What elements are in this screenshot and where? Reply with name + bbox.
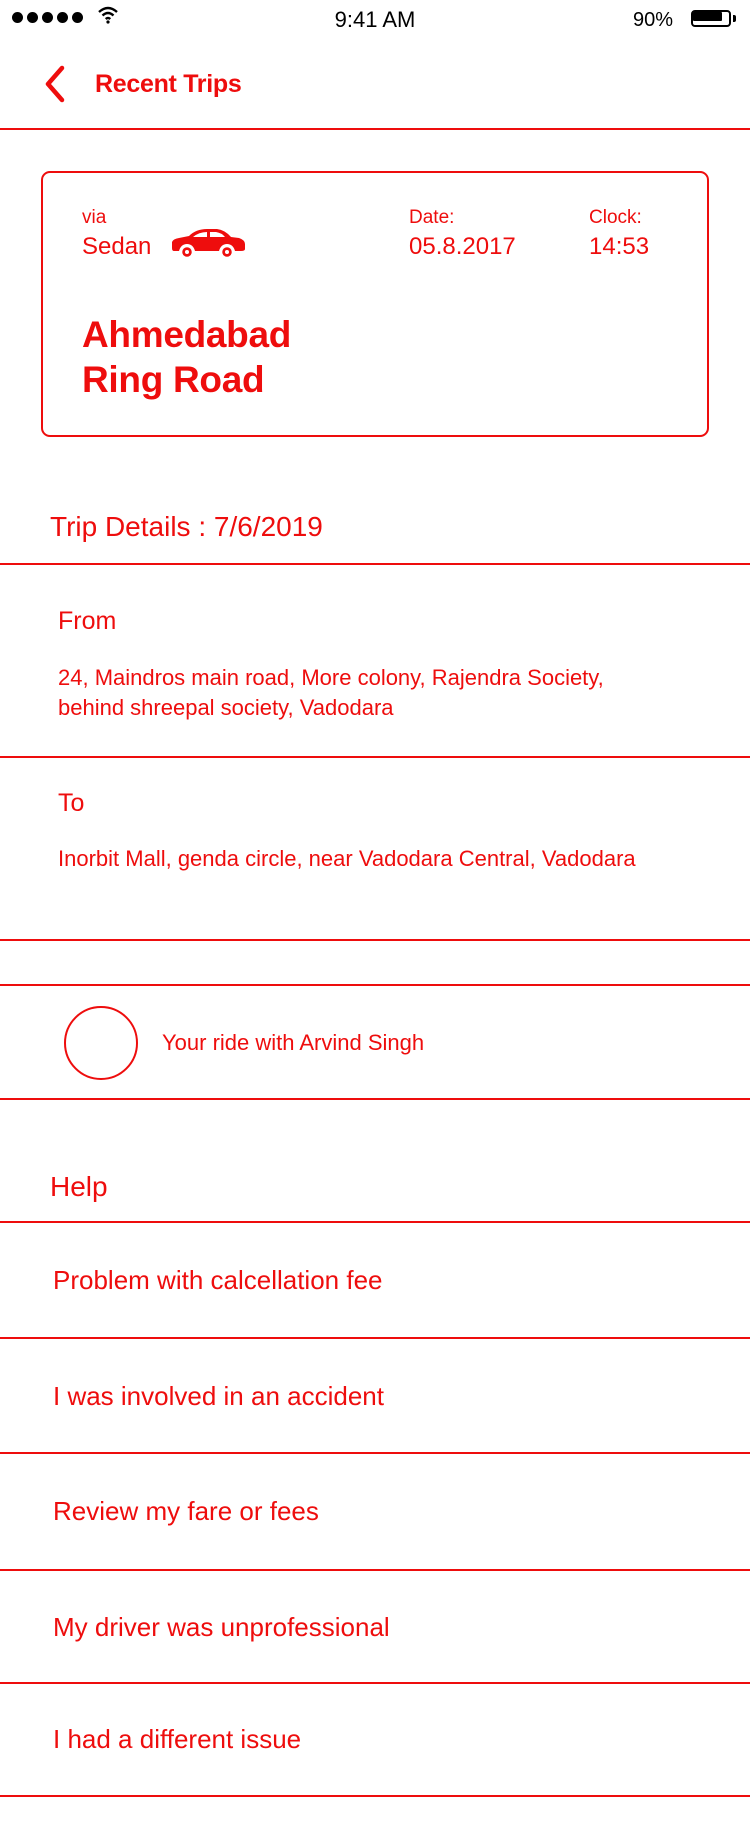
battery-tip (733, 15, 736, 22)
help-item-review-fare[interactable]: Review my fare or fees (0, 1454, 750, 1569)
chevron-left-icon (45, 65, 65, 103)
date-label: Date: (409, 207, 455, 228)
help-item-label: Review my fare or fees (53, 1496, 319, 1526)
divider (0, 1098, 750, 1100)
driver-ride-text: Your ride with Arvind Singh (162, 1030, 425, 1055)
divider (0, 756, 750, 758)
help-item-label: Problem with calcellation fee (53, 1265, 383, 1295)
divider (0, 563, 750, 565)
divider (0, 939, 750, 941)
trip-time: 14:53 (589, 233, 650, 260)
divider (0, 1795, 750, 1797)
help-item-accident[interactable]: I was involved in an accident (0, 1339, 750, 1452)
battery-percent: 90% (633, 9, 674, 31)
to-address: Inorbit Mall, genda circle, near Vadodar… (58, 846, 636, 871)
help-item-different-issue[interactable]: I had a different issue (0, 1684, 750, 1795)
vehicle-type: Sedan (82, 233, 152, 260)
to-label: To (58, 789, 85, 817)
from-label: From (58, 607, 117, 635)
battery-level (693, 12, 722, 21)
help-item-unprofessional-driver[interactable]: My driver was unprofessional (0, 1571, 750, 1682)
page-title: Recent Trips (95, 70, 242, 98)
help-item-label: I had a different issue (53, 1724, 302, 1754)
help-item-label: My driver was unprofessional (53, 1612, 390, 1642)
help-item-cancellation-fee[interactable]: Problem with calcellation fee (0, 1223, 750, 1337)
avatar-circle-icon (64, 1006, 138, 1080)
car-icon (172, 229, 245, 259)
trip-date: 05.8.2017 (409, 233, 516, 260)
nav-divider (0, 128, 750, 130)
help-title: Help (50, 1171, 108, 1202)
driver-row[interactable]: Your ride with Arvind Singh (0, 986, 750, 1098)
from-address: 24, Maindros main road, More colony, Raj… (58, 665, 604, 720)
route-name-line2: Ring Road (82, 359, 265, 400)
back-button[interactable] (38, 62, 78, 108)
trip-details-title: Trip Details : 7/6/2019 (50, 511, 323, 542)
via-label: via (82, 207, 107, 228)
clock-label: Clock: (589, 207, 642, 228)
help-item-label: I was involved in an accident (53, 1381, 384, 1411)
route-name-line1: Ahmedabad (82, 314, 292, 355)
